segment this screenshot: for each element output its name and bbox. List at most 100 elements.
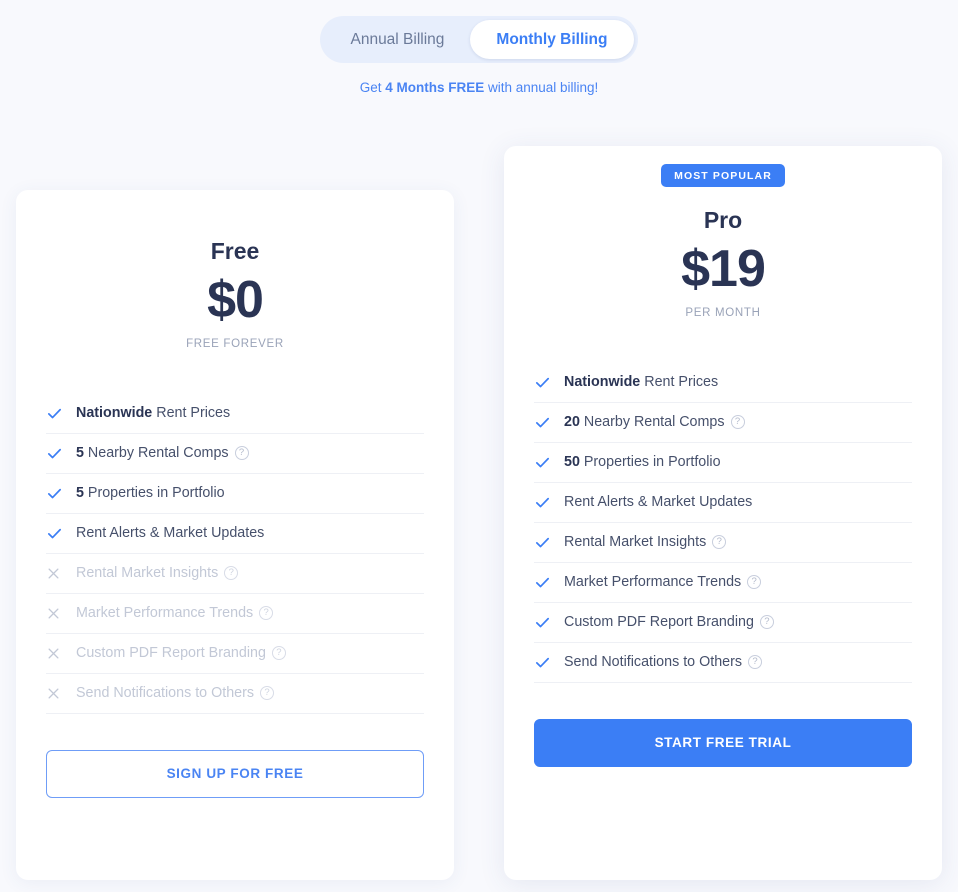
cross-icon — [46, 606, 76, 621]
feature-label-text: 5 Properties in Portfolio — [76, 485, 225, 501]
feature-label-text: 20 Nearby Rental Comps — [564, 414, 725, 430]
feature-row: Rent Alerts & Market Updates — [46, 514, 424, 554]
feature-label-rest: Rental Market Insights — [76, 565, 219, 582]
feature-label-text: Send Notifications to Others — [564, 654, 742, 670]
cross-icon — [46, 646, 76, 661]
feature-row: 5 Properties in Portfolio — [46, 474, 424, 514]
help-circle-icon[interactable]: ? — [234, 446, 249, 461]
feature-row: Market Performance Trends? — [534, 563, 912, 603]
most-popular-badge: MOST POPULAR — [661, 164, 785, 187]
feature-label-rest: Send Notifications to Others — [76, 685, 255, 702]
check-icon — [534, 454, 564, 471]
feature-label-text: Custom PDF Report Branding — [76, 645, 266, 661]
feature-row: 5 Nearby Rental Comps? — [46, 434, 424, 474]
feature-label: 5 Properties in Portfolio — [76, 485, 225, 501]
help-circle-icon[interactable]: ? — [260, 686, 275, 701]
sign-up-for-free-button[interactable]: SIGN UP FOR FREE — [46, 749, 424, 798]
feature-label-rest: Custom PDF Report Branding — [564, 614, 754, 631]
feature-label-text: Send Notifications to Others — [76, 685, 254, 701]
help-circle-icon[interactable]: ? — [747, 575, 762, 590]
plan-name: Pro — [703, 207, 743, 233]
feature-row: Rental Market Insights? — [46, 554, 424, 594]
badge-row: MOST POPULAR — [534, 164, 912, 187]
check-icon — [46, 445, 76, 462]
check-icon — [534, 614, 564, 631]
feature-row: 20 Nearby Rental Comps? — [534, 403, 912, 443]
feature-label-text: Market Performance Trends — [76, 605, 253, 621]
feature-label-rest: Market Performance Trends — [76, 605, 254, 622]
feature-label-strong: Nationwide — [564, 374, 641, 391]
plan-card-free: Free $0 FREE FOREVER Nationwide Rent Prices… — [16, 190, 454, 880]
plan-card-body: MOST POPULAR Pro $19 PER MONTH Nationwide Re… — [504, 164, 942, 767]
feature-label-strong: 5 — [76, 485, 84, 502]
check-icon — [534, 494, 564, 511]
check-icon — [46, 525, 76, 542]
feature-label-rest: Properties in Portfolio — [579, 454, 721, 471]
plan-price-note: FREE FOREVER — [186, 337, 284, 350]
feature-label: Send Notifications to Others? — [76, 685, 275, 701]
feature-label-text: Market Performance Trends — [564, 574, 741, 590]
feature-row: Custom PDF Report Branding? — [534, 603, 912, 643]
check-icon — [534, 534, 564, 551]
feature-row: Rent Alerts & Market Updates — [534, 483, 912, 523]
feature-label-text: Rent Alerts & Market Updates — [76, 525, 264, 541]
feature-label-text: Nationwide Rent Prices — [76, 405, 230, 421]
help-circle-icon[interactable]: ? — [748, 655, 763, 670]
feature-label: Nationwide Rent Prices — [564, 374, 718, 390]
help-circle-icon[interactable]: ? — [224, 566, 239, 581]
check-icon — [534, 654, 564, 671]
cross-icon — [46, 566, 76, 581]
feature-label-strong: 20 — [564, 414, 580, 431]
feature-label-strong: Nationwide — [76, 405, 153, 422]
feature-label-strong: 5 — [76, 445, 84, 462]
feature-list: Nationwide Rent Prices 5 Nearby Rental Co… — [46, 394, 424, 714]
feature-label: 50 Properties in Portfolio — [564, 454, 721, 470]
help-circle-icon[interactable]: ? — [259, 606, 274, 621]
feature-label-rest: Rent Prices — [640, 374, 719, 391]
feature-label-rest: Rental Market Insights — [564, 534, 707, 551]
check-icon — [46, 485, 76, 502]
check-icon — [534, 574, 564, 591]
feature-label-text: 5 Nearby Rental Comps — [76, 445, 229, 461]
feature-label-text: Rent Alerts & Market Updates — [564, 494, 752, 510]
feature-label-rest: Rent Alerts & Market Updates — [76, 525, 265, 542]
feature-row: Nationwide Rent Prices — [534, 363, 912, 403]
feature-label: 20 Nearby Rental Comps? — [564, 414, 745, 430]
feature-label: Custom PDF Report Branding? — [76, 645, 286, 661]
feature-label-text: Custom PDF Report Branding — [564, 614, 754, 630]
feature-label: Nationwide Rent Prices — [76, 405, 230, 421]
feature-label: Custom PDF Report Branding? — [564, 614, 774, 630]
feature-row: Nationwide Rent Prices — [46, 394, 424, 434]
feature-label: Rent Alerts & Market Updates — [76, 525, 264, 541]
start-free-trial-button[interactable]: START FREE TRIAL — [534, 718, 912, 767]
feature-label: Rental Market Insights? — [564, 534, 727, 551]
plan-price-note: PER MONTH — [685, 306, 761, 319]
feature-label: Rental Market Insights? — [76, 565, 239, 581]
feature-label: Market Performance Trends? — [76, 605, 274, 621]
feature-label-rest: Send Notifications to Others — [564, 654, 743, 671]
feature-label-text: Nationwide Rent Prices — [564, 374, 718, 390]
feature-row: Send Notifications to Others? — [534, 643, 912, 683]
feature-label-rest: Custom PDF Report Branding — [76, 645, 266, 662]
feature-label: Rent Alerts & Market Updates — [564, 494, 752, 510]
feature-label-rest: Nearby Rental Comps — [579, 414, 725, 431]
help-circle-icon[interactable]: ? — [759, 615, 774, 630]
feature-list: Nationwide Rent Prices 20 Nearby Rental C… — [534, 363, 912, 683]
plan-card-pro: MOST POPULAR Pro $19 PER MONTH Nationwide Re… — [504, 146, 942, 880]
help-circle-icon[interactable]: ? — [712, 535, 727, 550]
feature-label: 5 Nearby Rental Comps? — [76, 445, 249, 461]
help-circle-icon[interactable]: ? — [730, 415, 745, 430]
feature-row: Market Performance Trends? — [46, 594, 424, 634]
check-icon — [46, 405, 76, 422]
feature-label-rest: Properties in Portfolio — [83, 485, 225, 502]
feature-row: Rental Market Insights? — [534, 523, 912, 563]
feature-label-text: Rental Market Insights — [76, 565, 218, 581]
check-icon — [534, 374, 564, 391]
help-circle-icon[interactable]: ? — [271, 646, 286, 661]
feature-label-text: 50 Properties in Portfolio — [564, 454, 721, 470]
plan-name: Free — [210, 238, 260, 264]
feature-label-rest: Rent Prices — [152, 405, 231, 422]
feature-label: Send Notifications to Others? — [564, 654, 763, 670]
feature-label-rest: Nearby Rental Comps — [83, 445, 229, 462]
plan-price: $0 — [207, 271, 264, 329]
